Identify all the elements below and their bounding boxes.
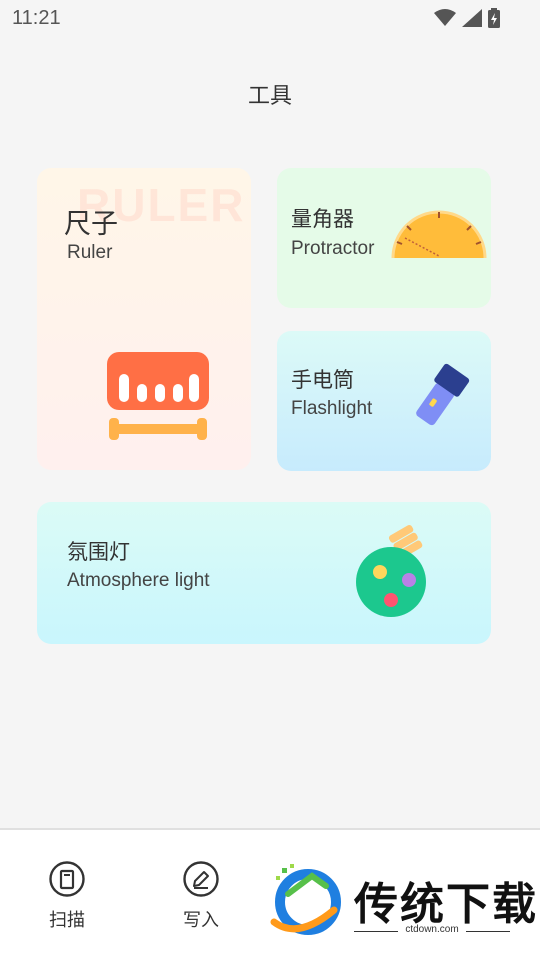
flashlight-title: 手电筒 (291, 368, 354, 392)
bottom-nav-bar: 扫描 写入 传统下载 ctdown.com (0, 828, 540, 962)
status-icons (434, 8, 500, 28)
page-title: 工具 (247, 84, 292, 109)
tab-scan[interactable]: 扫描 (27, 860, 107, 932)
flashlight-card[interactable]: 手电筒 Flashlight (277, 331, 491, 471)
atmosphere-light-title: 氛围灯 (67, 540, 130, 564)
protractor-subtitle: Protractor (291, 238, 375, 259)
brand-url: ctdown.com (405, 924, 459, 935)
tab-write[interactable]: 写入 (161, 860, 241, 932)
protractor-card[interactable]: 量角器 Protractor (277, 168, 491, 308)
ruler-title: 尺子 (64, 209, 118, 240)
protractor-icon (391, 210, 487, 259)
brand-logo-icon (270, 864, 341, 935)
scan-icon (49, 861, 85, 897)
brand-name: 传统下载 (354, 879, 538, 930)
protractor-title: 量角器 (291, 207, 354, 231)
brand-line-right (466, 931, 510, 932)
wifi-icon (434, 9, 456, 26)
ruler-card[interactable]: RULER 尺子 Ruler (37, 168, 251, 470)
atmosphere-light-subtitle: Atmosphere light (67, 570, 210, 591)
status-bar: 11:21 (0, 0, 540, 36)
brand-watermark: 传统下载 ctdown.com (262, 830, 540, 962)
tab-scan-label: 扫描 (49, 910, 85, 931)
signal-icon (462, 9, 482, 27)
status-time: 11:21 (12, 7, 61, 29)
flashlight-subtitle: Flashlight (291, 398, 373, 419)
tab-write-label: 写入 (183, 910, 219, 931)
ruler-subtitle: Ruler (67, 242, 113, 263)
flashlight-icon (416, 363, 470, 426)
atmosphere-light-icon (356, 524, 426, 617)
battery-icon (488, 8, 500, 28)
write-icon (183, 861, 219, 897)
ruler-icon (107, 352, 209, 440)
atmosphere-light-card[interactable]: 氛围灯 Atmosphere light (37, 502, 491, 644)
